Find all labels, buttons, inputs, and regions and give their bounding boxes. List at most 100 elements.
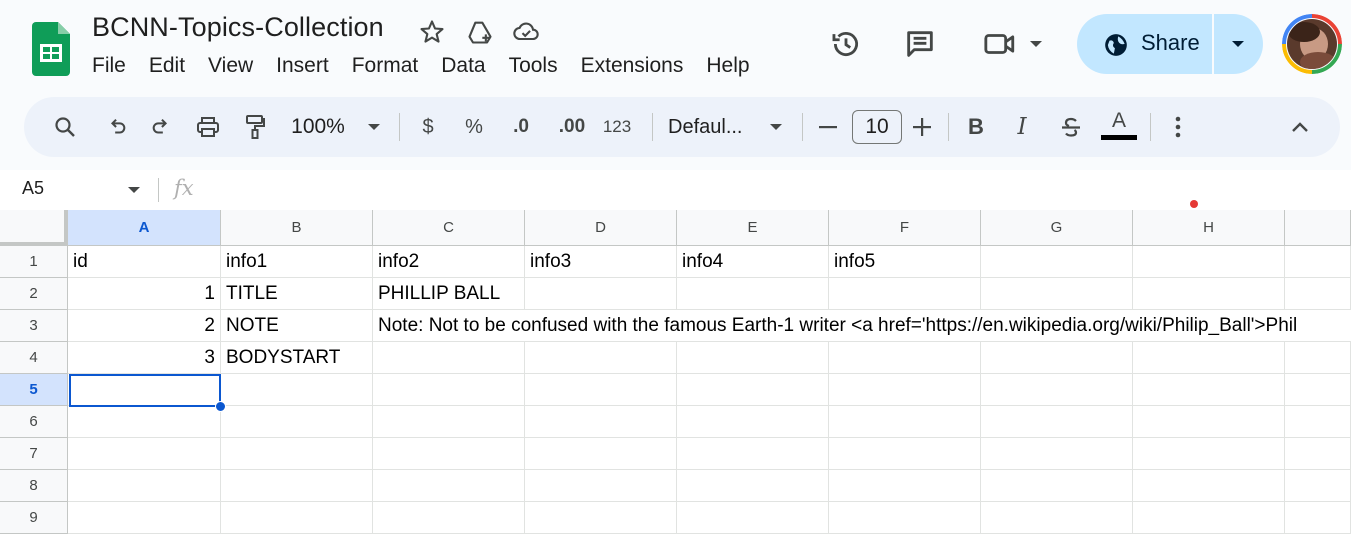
column-header-f[interactable]: F <box>829 210 981 246</box>
cell-b6[interactable] <box>221 406 373 438</box>
cell-c3[interactable]: Note: Not to be confused with the famous… <box>373 310 1351 342</box>
cell-g2[interactable] <box>981 278 1133 310</box>
cell-f8[interactable] <box>829 470 981 502</box>
cell-g8[interactable] <box>981 470 1133 502</box>
cell-g4[interactable] <box>981 342 1133 374</box>
share-button[interactable]: Share <box>1077 14 1263 74</box>
undo-icon[interactable] <box>102 97 132 157</box>
cell-d1[interactable]: info3 <box>525 246 677 278</box>
cell-i1[interactable] <box>1285 246 1351 278</box>
font-dropdown-icon[interactable] <box>766 97 786 157</box>
percent-format-button[interactable]: % <box>462 97 486 157</box>
cell-f1[interactable]: info5 <box>829 246 981 278</box>
column-header-e[interactable]: E <box>677 210 829 246</box>
menu-file[interactable]: File <box>92 54 126 78</box>
menu-tools[interactable]: Tools <box>509 54 558 78</box>
cell-b9[interactable] <box>221 502 373 534</box>
cell-c1[interactable]: info2 <box>373 246 525 278</box>
search-menus-icon[interactable] <box>50 97 80 157</box>
cloud-saved-icon[interactable] <box>512 18 540 46</box>
cell-e7[interactable] <box>677 438 829 470</box>
row-header-7[interactable]: 7 <box>0 438 68 470</box>
cell-h7[interactable] <box>1133 438 1285 470</box>
menu-format[interactable]: Format <box>352 54 419 78</box>
row-header-4[interactable]: 4 <box>0 342 68 374</box>
italic-button[interactable]: I <box>1010 97 1034 157</box>
name-box-dropdown-icon[interactable] <box>127 185 141 195</box>
cell-a2[interactable]: 1 <box>68 278 221 310</box>
row-header-5[interactable]: 5 <box>0 374 68 406</box>
cell-e8[interactable] <box>677 470 829 502</box>
cell-h2[interactable] <box>1133 278 1285 310</box>
cell-d5[interactable] <box>525 374 677 406</box>
cell-h4[interactable] <box>1133 342 1285 374</box>
column-header-d[interactable]: D <box>525 210 677 246</box>
cell-a6[interactable] <box>68 406 221 438</box>
cell-a4[interactable]: 3 <box>68 342 221 374</box>
spreadsheet-grid[interactable]: A B C D E F G H 1 2 3 4 5 6 7 8 9 id inf… <box>0 210 1351 537</box>
cell-g1[interactable] <box>981 246 1133 278</box>
fill-handle[interactable] <box>215 401 226 412</box>
cell-c8[interactable] <box>373 470 525 502</box>
cell-d9[interactable] <box>525 502 677 534</box>
font-family-select[interactable]: Defaul... <box>668 97 752 157</box>
cell-c2[interactable]: PHILLIP BALL <box>373 278 525 310</box>
menu-data[interactable]: Data <box>441 54 485 78</box>
cell-e6[interactable] <box>677 406 829 438</box>
cell-e2[interactable] <box>677 278 829 310</box>
formula-input[interactable] <box>210 178 1330 202</box>
meet-dropdown-icon[interactable] <box>1018 24 1054 64</box>
cell-b7[interactable] <box>221 438 373 470</box>
cell-i2[interactable] <box>1285 278 1351 310</box>
more-options-icon[interactable] <box>1166 97 1190 157</box>
share-dropdown-icon[interactable] <box>1231 39 1245 49</box>
account-avatar[interactable] <box>1282 14 1342 74</box>
cell-b1[interactable]: info1 <box>221 246 373 278</box>
cell-e1[interactable]: info4 <box>677 246 829 278</box>
currency-format-button[interactable]: $ <box>416 97 440 157</box>
meet-video-icon[interactable] <box>980 24 1020 64</box>
sheets-logo-icon[interactable] <box>32 22 70 76</box>
version-history-icon[interactable] <box>826 24 866 64</box>
row-header-6[interactable]: 6 <box>0 406 68 438</box>
print-icon[interactable] <box>192 97 224 157</box>
cell-g5[interactable] <box>981 374 1133 406</box>
bold-button[interactable]: B <box>964 97 988 157</box>
increase-decimal-button[interactable]: .00 <box>552 97 592 157</box>
comments-icon[interactable] <box>900 24 940 64</box>
cell-a3[interactable]: 2 <box>68 310 221 342</box>
cell-b3[interactable]: NOTE <box>221 310 373 342</box>
cell-d2[interactable] <box>525 278 677 310</box>
column-header-i[interactable] <box>1285 210 1351 246</box>
cell-i5[interactable] <box>1285 374 1351 406</box>
document-title[interactable]: BCNN-Topics-Collection <box>92 12 384 43</box>
cell-h8[interactable] <box>1133 470 1285 502</box>
cell-h5[interactable] <box>1133 374 1285 406</box>
cell-b5[interactable] <box>221 374 373 406</box>
cell-i8[interactable] <box>1285 470 1351 502</box>
cell-i7[interactable] <box>1285 438 1351 470</box>
cell-a9[interactable] <box>68 502 221 534</box>
cell-h6[interactable] <box>1133 406 1285 438</box>
cell-i4[interactable] <box>1285 342 1351 374</box>
font-size-input[interactable]: 10 <box>852 110 902 144</box>
cell-h9[interactable] <box>1133 502 1285 534</box>
zoom-select[interactable]: 100% <box>288 97 348 157</box>
cell-f4[interactable] <box>829 342 981 374</box>
cell-c5[interactable] <box>373 374 525 406</box>
number-format-button[interactable]: 123 <box>600 97 634 157</box>
cell-a1[interactable]: id <box>68 246 221 278</box>
row-header-2[interactable]: 2 <box>0 278 68 310</box>
collapse-toolbar-icon[interactable] <box>1288 97 1312 157</box>
cell-c4[interactable] <box>373 342 525 374</box>
row-header-1[interactable]: 1 <box>0 246 68 278</box>
cell-d4[interactable] <box>525 342 677 374</box>
column-header-g[interactable]: G <box>981 210 1133 246</box>
move-to-drive-icon[interactable] <box>466 18 494 46</box>
star-icon[interactable] <box>418 18 446 46</box>
cell-d7[interactable] <box>525 438 677 470</box>
select-all-corner[interactable] <box>0 210 68 246</box>
name-box[interactable]: A5 <box>22 178 44 199</box>
cell-g9[interactable] <box>981 502 1133 534</box>
cell-d6[interactable] <box>525 406 677 438</box>
